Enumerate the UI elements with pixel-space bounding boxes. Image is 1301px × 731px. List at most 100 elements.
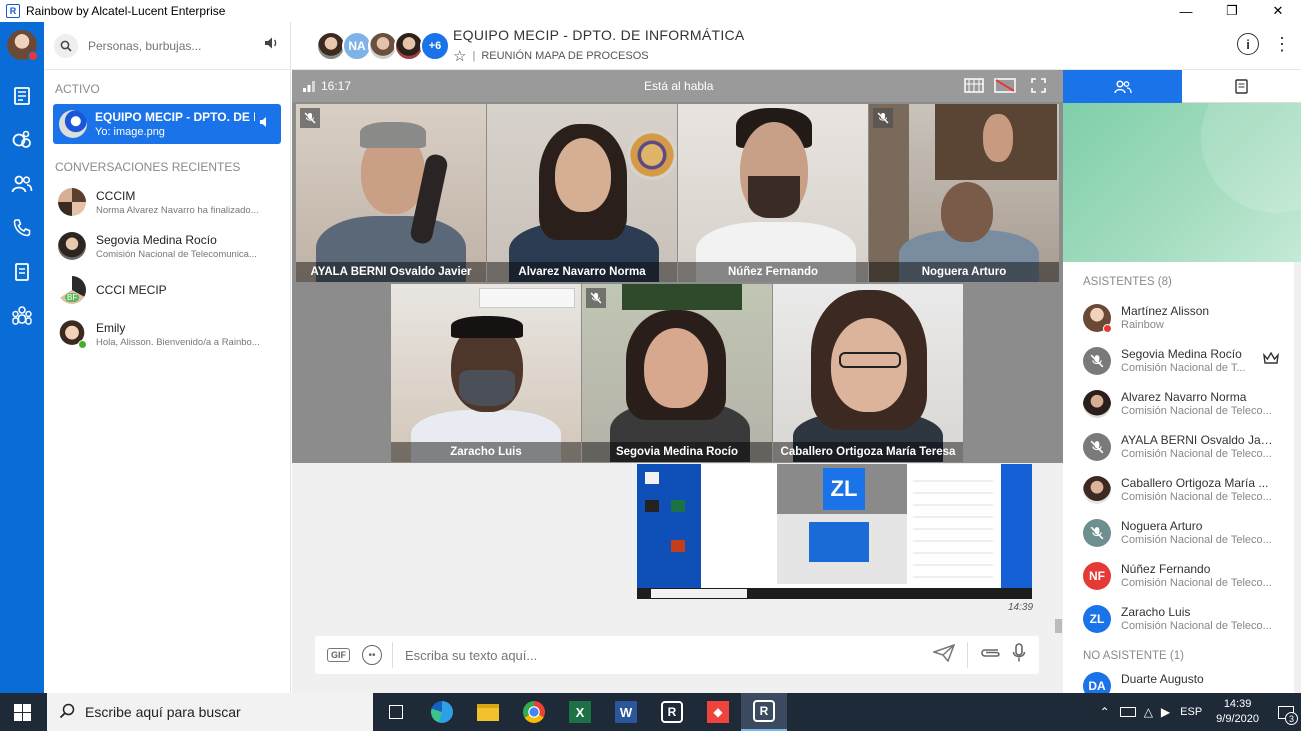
rainbow-icon: R [661,701,683,723]
task-view-button[interactable] [373,693,419,731]
close-window-button[interactable]: ✕ [1255,0,1301,22]
taskbar-explorer[interactable] [465,693,511,731]
taskbar-search[interactable]: Escribe aquí para buscar [47,693,373,731]
microphone-icon[interactable] [1012,642,1026,668]
call-status: Está al habla [644,79,714,93]
organizer-crown-icon [1263,351,1279,370]
muted-mic-icon [586,288,606,308]
notifications-button[interactable]: 3 [1271,693,1301,731]
bubble-badge: BF [65,293,80,302]
conversation-preview: Hola, Alisson. Bienvenido/a a Rainbo... [96,336,260,348]
taskbar-edge[interactable] [419,693,465,731]
speaker-icon[interactable] [264,36,280,55]
rail-companies-button[interactable] [0,294,44,338]
video-tile[interactable]: Zaracho Luis [391,284,581,462]
search-icon [59,703,75,722]
tab-documents[interactable] [1182,70,1301,103]
participant-name: Segovia Medina Rocío [582,442,772,462]
more-participants-badge[interactable]: +6 [420,31,450,61]
active-conversation[interactable]: EQUIPO MECIP - DPTO. DE II Yo: image.png [53,104,281,144]
attendee-org: Comisión Nacional de Teleco... [1121,577,1272,589]
minimize-button[interactable]: — [1163,0,1209,22]
layout-grid-icon[interactable] [964,78,984,96]
conversation-title: EQUIPO MECIP - DPTO. DE INFORMÁTICA [453,27,745,43]
attendee-row[interactable]: Caballero Ortigoza María ... Comisión Nac… [1063,468,1301,511]
wifi-icon[interactable]: △ [1144,705,1153,719]
attendee-row[interactable]: ZL Zaracho Luis Comisión Nacional de Tele… [1063,597,1301,640]
participant-name: Alvarez Navarro Norma [487,262,677,282]
more-options-icon[interactable]: ⋮ [1273,35,1291,53]
gif-button[interactable]: GIF [327,648,350,662]
rail-news-button[interactable] [0,74,44,118]
taskbar-rainbow[interactable]: R [649,693,695,731]
fullscreen-icon[interactable] [1031,78,1046,96]
newspaper-icon [14,87,30,105]
rail-files-button[interactable] [0,250,44,294]
contact-avatar [58,320,87,349]
call-duration: 16:17 [321,79,352,93]
contacts-icon [11,175,33,193]
favorite-star-icon[interactable]: ☆ [453,47,466,65]
conversation-title: Segovia Medina Rocío [96,232,217,247]
attendee-org: Comisión Nacional de Teleco... [1121,448,1272,460]
attendee-name: Caballero Ortigoza María ... [1121,476,1269,490]
bubble-avatar: BF [58,276,86,304]
participants-panel: ASISTENTES (8) Martínez Alisson Rainbow S… [1063,70,1301,696]
taskbar-chrome[interactable] [511,693,557,731]
taskbar-anydesk[interactable]: ◆ [695,693,741,731]
rail-bubbles-button[interactable] [0,118,44,162]
video-tile[interactable]: Noguera Arturo [869,104,1059,282]
video-tile[interactable]: Caballero Ortigoza María Teresa [773,284,963,462]
send-icon[interactable] [931,643,956,667]
attendee-row[interactable]: Alvarez Navarro Norma Comisión Nacional d… [1063,382,1301,425]
video-tile[interactable]: Segovia Medina Rocío [582,284,772,462]
conversation-item[interactable]: CCCIM Norma Alvarez Navarro ha finalizado… [44,180,290,224]
attendee-avatar [1083,475,1111,504]
attendee-avatar [1083,303,1112,333]
phone-icon [13,219,31,237]
emoji-icon[interactable]: •• [362,645,382,665]
clock[interactable]: 14:39 9/9/2020 [1216,697,1259,727]
hide-self-view-icon[interactable] [994,78,1016,96]
attendee-row[interactable]: NF Núñez Fernando Comisión Nacional de Te… [1063,554,1301,597]
info-icon[interactable]: i [1237,33,1259,55]
muted-mic-icon [1090,354,1104,367]
recent-section-label: CONVERSACIONES RECIENTES [55,160,241,174]
chat-scrollbar[interactable] [1055,619,1062,633]
video-tile[interactable]: Alvarez Navarro Norma [487,104,677,282]
attendee-row[interactable]: Segovia Medina Rocío Comisión Nacional de… [1063,339,1301,382]
windows-taskbar: Escribe aquí para buscar X W R ◆ R ⌃ △ ▶… [0,693,1301,731]
chevron-up-icon[interactable]: ⌃ [1100,705,1110,719]
tab-participants[interactable] [1063,70,1182,103]
attachment-icon[interactable] [978,646,1002,665]
start-button[interactable] [14,704,31,726]
attendee-row[interactable]: Martínez Alisson Rainbow [1063,296,1301,339]
conversation-item[interactable]: Segovia Medina Rocío Comisión Nacional de… [44,224,290,268]
my-avatar[interactable] [7,30,38,61]
attendee-initials-avatar: NF [1083,561,1111,590]
attendee-row[interactable]: AYALA BERNI Osvaldo Javi... Comisión Naci… [1063,425,1301,468]
participant-name: AYALA BERNI Osvaldo Javier [296,262,486,282]
rail-calls-button[interactable] [0,206,44,250]
conversation-preview: Norma Alvarez Navarro ha finalizado... [96,204,259,216]
taskbar-rainbow-active[interactable]: R [741,693,787,731]
battery-icon[interactable] [1119,707,1136,717]
conversation-item[interactable]: BF CCCI MECIP [44,268,290,312]
taskbar-word[interactable]: W [603,693,649,731]
language-indicator[interactable]: ESP [1180,706,1202,718]
search-input[interactable] [88,38,248,53]
message-input[interactable] [405,647,925,663]
participant-avatars[interactable]: NA +6 [316,31,450,61]
taskbar-excel[interactable]: X [557,693,603,731]
conversation-item[interactable]: Emily Hola, Alisson. Bienvenido/a a Rainb… [44,312,290,356]
bubble-avatar [58,188,86,216]
volume-icon[interactable]: ▶ [1161,705,1170,719]
image-message-initials: ZL [823,468,865,510]
rail-contacts-button[interactable] [0,162,44,206]
attendee-avatar [1083,389,1111,418]
image-message[interactable]: ZL [637,464,1032,599]
maximize-button[interactable]: ❐ [1209,0,1255,22]
attendee-row[interactable]: Noguera Arturo Comisión Nacional de Telec… [1063,511,1301,554]
video-tile[interactable]: Núñez Fernando [678,104,868,282]
video-tile[interactable]: AYALA BERNI Osvaldo Javier [296,104,486,282]
